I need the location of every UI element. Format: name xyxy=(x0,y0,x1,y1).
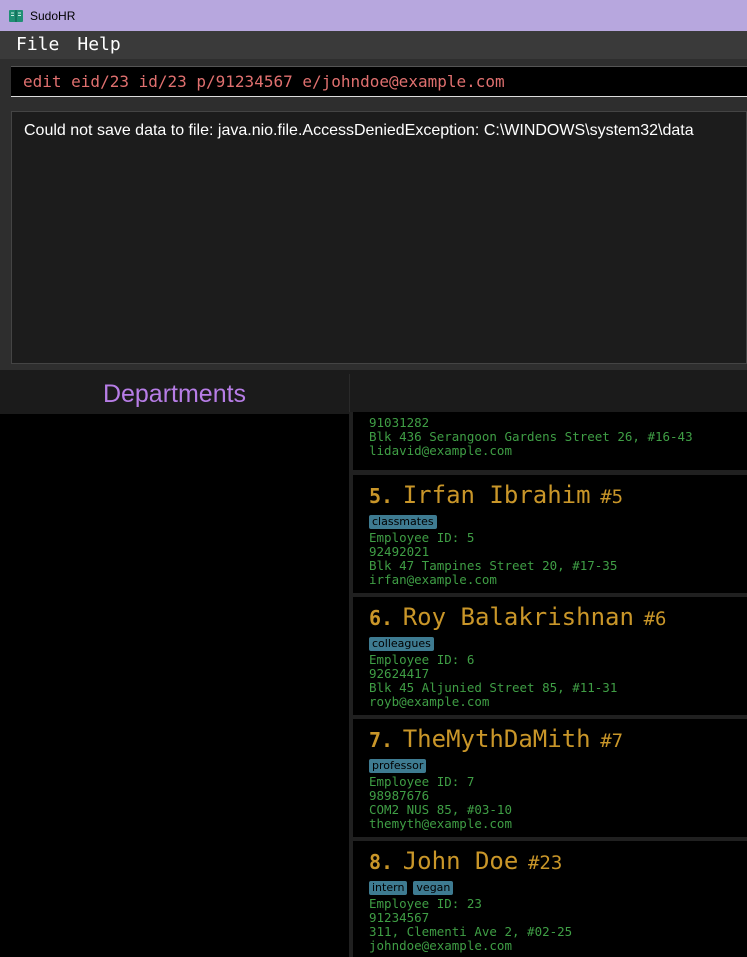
employee-phone: 91234567 xyxy=(369,910,430,925)
tag: vegan xyxy=(413,881,454,895)
employee-id-badge: #5 xyxy=(600,486,624,508)
employee-index: 7. xyxy=(369,728,394,752)
employee-name-row: 5. Irfan Ibrahim #5 xyxy=(369,481,623,509)
employee-name: Irfan Ibrahim xyxy=(402,481,591,509)
employee-phone: 92492021 xyxy=(369,544,430,559)
menu-bar: File Help xyxy=(0,31,747,59)
tag-list: classmates xyxy=(369,515,437,529)
employee-id: Employee ID: 7 xyxy=(369,774,475,789)
department-list[interactable] xyxy=(3,414,349,957)
departments-header: Departments xyxy=(0,374,349,414)
employee-email: lidavid@example.com xyxy=(369,443,512,458)
tag: professor xyxy=(369,759,427,773)
tag: classmates xyxy=(369,515,437,529)
employee-email: themyth@example.com xyxy=(369,816,512,831)
book-icon xyxy=(8,8,24,24)
employee-card[interactable]: 6. Roy Balakrishnan #6 colleagues Employ… xyxy=(353,597,747,715)
employee-phone: 91031282 xyxy=(369,415,430,430)
employee-id: Employee ID: 6 xyxy=(369,652,475,667)
employee-address: Blk 45 Aljunied Street 85, #11-31 xyxy=(369,680,618,695)
employee-name-row: 7. TheMythDaMith #7 xyxy=(369,725,623,753)
result-area: Could not save data to file: java.nio.fi… xyxy=(0,104,747,370)
tag-list: professor xyxy=(369,759,427,773)
employee-address: Blk 47 Tampines Street 20, #17-35 xyxy=(369,558,618,573)
employee-index: 8. xyxy=(369,850,394,874)
employee-address: COM2 NUS 85, #03-10 xyxy=(369,802,512,817)
employee-name: Roy Balakrishnan xyxy=(402,603,634,631)
employee-address: Blk 436 Serangoon Gardens Street 26, #16… xyxy=(369,429,693,444)
title-bar: SudoHR xyxy=(0,0,747,31)
command-input[interactable]: edit eid/23 id/23 p/91234567 e/johndoe@e… xyxy=(11,66,747,97)
employee-index: 6. xyxy=(369,606,394,630)
employee-index: 5. xyxy=(369,484,394,508)
employee-card[interactable]: 5. Irfan Ibrahim #5 classmates Employee … xyxy=(353,475,747,593)
tag-list: colleagues xyxy=(369,637,434,651)
menu-file[interactable]: File xyxy=(0,31,68,59)
employee-id-badge: #6 xyxy=(643,608,667,630)
employee-list-header xyxy=(349,374,747,412)
employee-email: johndoe@example.com xyxy=(369,938,512,953)
employee-phone: 98987676 xyxy=(369,788,430,803)
employee-id: Employee ID: 23 xyxy=(369,896,482,911)
employee-list[interactable]: 91031282 Blk 436 Serangoon Gardens Stree… xyxy=(353,412,747,957)
employee-card[interactable]: 8. John Doe #23 intern vegan Employee ID… xyxy=(353,841,747,957)
employee-card[interactable]: 91031282 Blk 436 Serangoon Gardens Stree… xyxy=(353,412,747,470)
employee-phone: 92624417 xyxy=(369,666,430,681)
window-title: SudoHR xyxy=(30,8,76,23)
employee-id-badge: #7 xyxy=(600,730,624,752)
employee-name: TheMythDaMith xyxy=(402,725,591,753)
employee-name-row: 6. Roy Balakrishnan #6 xyxy=(369,603,666,631)
result-display: Could not save data to file: java.nio.fi… xyxy=(11,111,747,364)
employee-address: 311, Clementi Ave 2, #02-25 xyxy=(369,924,573,939)
tag-list: intern vegan xyxy=(369,881,454,895)
employee-id-badge: #23 xyxy=(527,852,563,874)
tag: colleagues xyxy=(369,637,434,651)
employee-name: John Doe xyxy=(402,847,519,875)
tag: intern xyxy=(369,881,408,895)
menu-help[interactable]: Help xyxy=(68,31,129,59)
employee-card[interactable]: 7. TheMythDaMith #7 professor Employee I… xyxy=(353,719,747,837)
employee-email: royb@example.com xyxy=(369,694,490,709)
employee-id: Employee ID: 5 xyxy=(369,530,475,545)
employee-name-row: 8. John Doe #23 xyxy=(369,847,562,875)
employee-email: irfan@example.com xyxy=(369,572,497,587)
command-area: edit eid/23 id/23 p/91234567 e/johndoe@e… xyxy=(0,59,747,104)
